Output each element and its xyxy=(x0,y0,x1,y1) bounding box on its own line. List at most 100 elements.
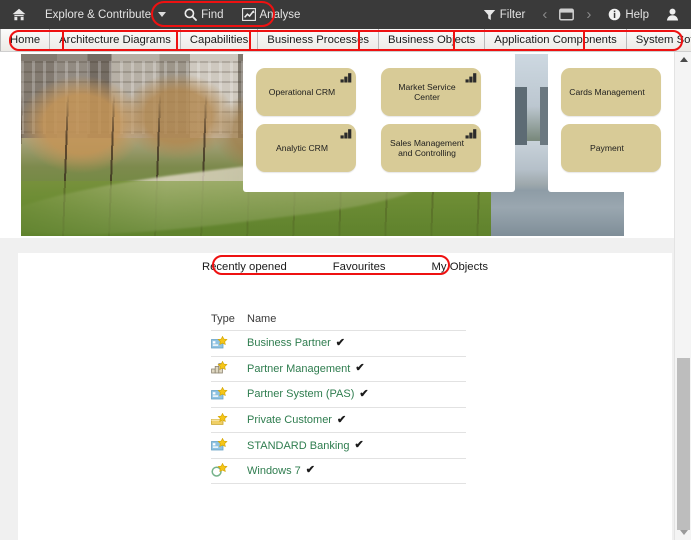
find-label: Find xyxy=(201,8,224,21)
toolbar-left-group: Explore & Contribute Find Analyse xyxy=(0,0,309,29)
diagram-node-operational-crm[interactable]: Operational CRM xyxy=(256,68,356,116)
tab-application-components[interactable]: Application Components xyxy=(485,29,627,51)
capability-icon xyxy=(211,361,228,376)
row-name-cell[interactable]: Private Customer ✔ xyxy=(247,414,466,426)
analyse-button[interactable]: Analyse xyxy=(233,0,310,29)
object-name-link[interactable]: Private Customer xyxy=(247,414,332,426)
row-name-cell[interactable]: STANDARD Banking ✔ xyxy=(247,440,466,452)
help-label: Help xyxy=(625,8,649,21)
table-row[interactable]: Private Customer ✔ xyxy=(211,406,466,433)
system-software-icon xyxy=(211,462,228,478)
diagram-node-label: Cards Management xyxy=(569,86,645,97)
chevron-left-icon[interactable]: ‹ xyxy=(534,7,555,22)
check-icon: ✔ xyxy=(335,336,345,349)
recently-opened-card: Recently opened Favourites My Objects Ty… xyxy=(18,253,672,540)
explore-and-contribute-menu[interactable]: Explore & Contribute xyxy=(36,0,175,29)
table-row[interactable]: Business Partner ✔ xyxy=(211,330,466,356)
object-name-link[interactable]: Windows 7 xyxy=(247,465,301,477)
scroll-down-button[interactable] xyxy=(675,525,691,540)
check-icon: ✔ xyxy=(355,362,365,375)
diagram-panel-right: Cards Management Payment xyxy=(548,52,672,192)
business-process-icon xyxy=(211,412,228,428)
info-icon xyxy=(608,8,621,21)
row-name-cell[interactable]: Partner System (PAS) ✔ xyxy=(247,388,466,400)
chevron-down-icon xyxy=(679,530,688,535)
scrollbar-thumb[interactable] xyxy=(677,358,690,530)
top-toolbar: Explore & Contribute Find Analyse Filter… xyxy=(0,0,691,29)
diagram-node-label: Payment xyxy=(590,142,624,153)
tab-business-objects[interactable]: Business Objects xyxy=(379,29,486,51)
analyse-label: Analyse xyxy=(259,8,301,21)
column-header-type: Type xyxy=(211,313,235,325)
diagram-node-cards-management[interactable]: Cards Management xyxy=(561,68,661,116)
check-icon: ✔ xyxy=(305,464,316,477)
check-icon: ✔ xyxy=(354,439,364,452)
column-header-name: Name xyxy=(247,313,277,325)
chevron-up-icon xyxy=(679,57,688,62)
row-name-cell[interactable]: Business Partner ✔ xyxy=(247,337,466,349)
application-component-icon xyxy=(340,128,352,139)
object-name-link[interactable]: Partner Management xyxy=(247,363,350,375)
tab-architecture-diagrams[interactable]: Architecture Diagrams xyxy=(50,29,181,51)
home-button[interactable] xyxy=(0,0,36,29)
diagram-node-sales-management-and-controlling[interactable]: Sales Management and Controlling xyxy=(381,124,481,172)
diagram-node-payment[interactable]: Payment xyxy=(561,124,661,172)
row-type-cell xyxy=(211,335,247,351)
tab-favourites[interactable]: Favourites xyxy=(329,258,390,276)
row-type-cell xyxy=(211,361,247,376)
filter-label: Filter xyxy=(499,8,526,21)
objects-table: Type Name Business Partner ✔ Partner Man… xyxy=(211,308,466,484)
row-type-cell xyxy=(211,437,247,453)
vertical-scrollbar[interactable] xyxy=(674,52,691,540)
row-name-cell[interactable]: Windows 7 ✔ xyxy=(247,465,466,477)
table-row[interactable]: Windows 7 ✔ xyxy=(211,457,466,484)
filter-button[interactable]: Filter xyxy=(474,0,535,29)
application-component-icon xyxy=(465,128,477,139)
tab-capabilities[interactable]: Capabilities xyxy=(180,29,259,51)
tab-business-processes[interactable]: Business Processes xyxy=(258,29,380,51)
explore-label: Explore & Contribute xyxy=(45,8,152,21)
application-component-icon xyxy=(340,72,352,83)
row-type-cell xyxy=(211,386,247,402)
application-component-icon xyxy=(465,72,477,83)
help-button[interactable]: Help xyxy=(599,0,658,29)
tab-my-objects[interactable]: My Objects xyxy=(428,258,493,276)
card-tab-bar: Recently opened Favourites My Objects xyxy=(18,258,672,276)
user-avatar-icon[interactable] xyxy=(658,8,683,21)
application-window: Explore & Contribute Find Analyse Filter… xyxy=(0,0,691,540)
table-row[interactable]: Partner System (PAS) ✔ xyxy=(211,381,466,407)
business-object-icon xyxy=(211,335,228,351)
tab-system-software[interactable]: System Software xyxy=(626,29,691,51)
diagram-node-label: Analytic CRM xyxy=(275,142,329,153)
toolbar-right-group: Filter ‹ › Help xyxy=(474,0,691,29)
main-tab-bar: Home Architecture Diagrams Capabilities … xyxy=(0,29,691,52)
chevron-right-icon[interactable]: › xyxy=(578,7,599,22)
row-type-cell xyxy=(211,462,247,478)
diagram-panel-left: Operational CRM Market Service Center An… xyxy=(243,52,515,192)
chevron-down-icon xyxy=(158,12,167,17)
business-object-icon xyxy=(211,386,228,402)
table-row[interactable]: Partner Management ✔ xyxy=(211,355,466,382)
table-header-row: Type Name xyxy=(211,308,466,330)
object-name-link[interactable]: Business Partner xyxy=(247,337,331,349)
tab-recently-opened[interactable]: Recently opened xyxy=(198,258,291,276)
table-row[interactable]: STANDARD Banking ✔ xyxy=(211,432,466,458)
check-icon: ✔ xyxy=(336,413,347,426)
object-name-link[interactable]: STANDARD Banking xyxy=(247,440,350,452)
tab-home[interactable]: Home xyxy=(0,29,51,51)
business-object-icon xyxy=(211,437,228,453)
diagram-node-label: Market Service Center xyxy=(398,81,456,102)
search-icon xyxy=(184,8,198,21)
diagram-node-analytic-crm[interactable]: Analytic CRM xyxy=(256,124,356,172)
home-icon xyxy=(12,8,26,21)
row-name-cell[interactable]: Partner Management ✔ xyxy=(247,363,466,375)
scroll-up-button[interactable] xyxy=(675,52,691,67)
check-icon: ✔ xyxy=(359,387,369,400)
diagram-node-label: Operational CRM xyxy=(268,86,336,97)
funnel-icon xyxy=(483,9,496,21)
object-name-link[interactable]: Partner System (PAS) xyxy=(247,388,354,400)
row-type-cell xyxy=(211,412,247,428)
diagram-node-market-service-center[interactable]: Market Service Center xyxy=(381,68,481,116)
window-icon[interactable] xyxy=(555,8,578,21)
find-button[interactable]: Find xyxy=(175,0,232,29)
